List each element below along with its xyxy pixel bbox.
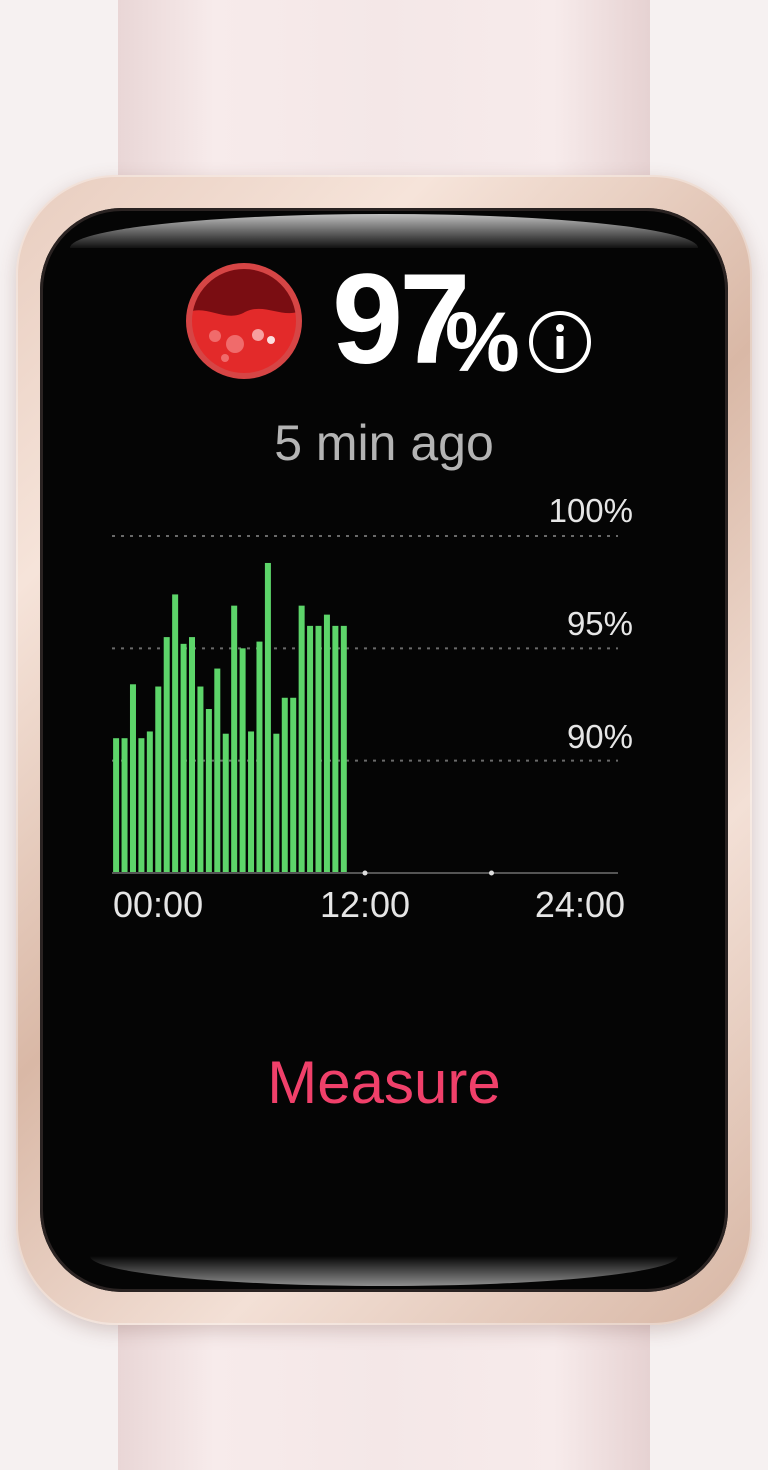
chart-bar [248, 731, 255, 873]
chart-bar [231, 605, 238, 873]
chart-bar [307, 625, 314, 873]
y-tick-label: 90% [567, 718, 633, 755]
chart-bar [298, 605, 305, 873]
chart-bar [222, 733, 229, 873]
chart-bar [146, 731, 153, 873]
chart-bar [155, 686, 162, 873]
x-tick-label: 00:00 [113, 884, 203, 925]
chart-bar [205, 708, 212, 873]
chart-bar [180, 643, 187, 873]
chart-bar [273, 733, 280, 873]
chart-bar [281, 697, 288, 873]
chart-bar [189, 637, 196, 873]
y-tick-label: 95% [567, 605, 633, 642]
chart-bar [197, 686, 204, 873]
spo2-history-chart: 100% 95% 90% 00:00 12:00 24:00 [112, 492, 633, 925]
chart-bar [138, 738, 145, 873]
axis-marker [489, 870, 494, 876]
chart-bar [129, 684, 136, 873]
x-tick-label: 12:00 [320, 884, 410, 925]
measure-button[interactable]: Measure [230, 1045, 538, 1121]
chart-bar [264, 562, 271, 873]
chart-bar [256, 641, 263, 873]
chart-bar [239, 648, 246, 873]
chart-bar [290, 697, 297, 873]
axis-marker [362, 870, 368, 876]
chart-bar [340, 625, 347, 873]
chart-bar [172, 594, 179, 873]
chart-bar [214, 668, 221, 873]
chart-bar [121, 738, 128, 873]
chart-bar [315, 625, 322, 873]
x-tick-label: 24:00 [535, 884, 625, 925]
chart-bar [323, 614, 330, 873]
chart-bar [113, 738, 120, 873]
chart-bar [332, 625, 339, 873]
chart-bar [163, 637, 170, 873]
y-tick-label: 100% [549, 492, 633, 529]
